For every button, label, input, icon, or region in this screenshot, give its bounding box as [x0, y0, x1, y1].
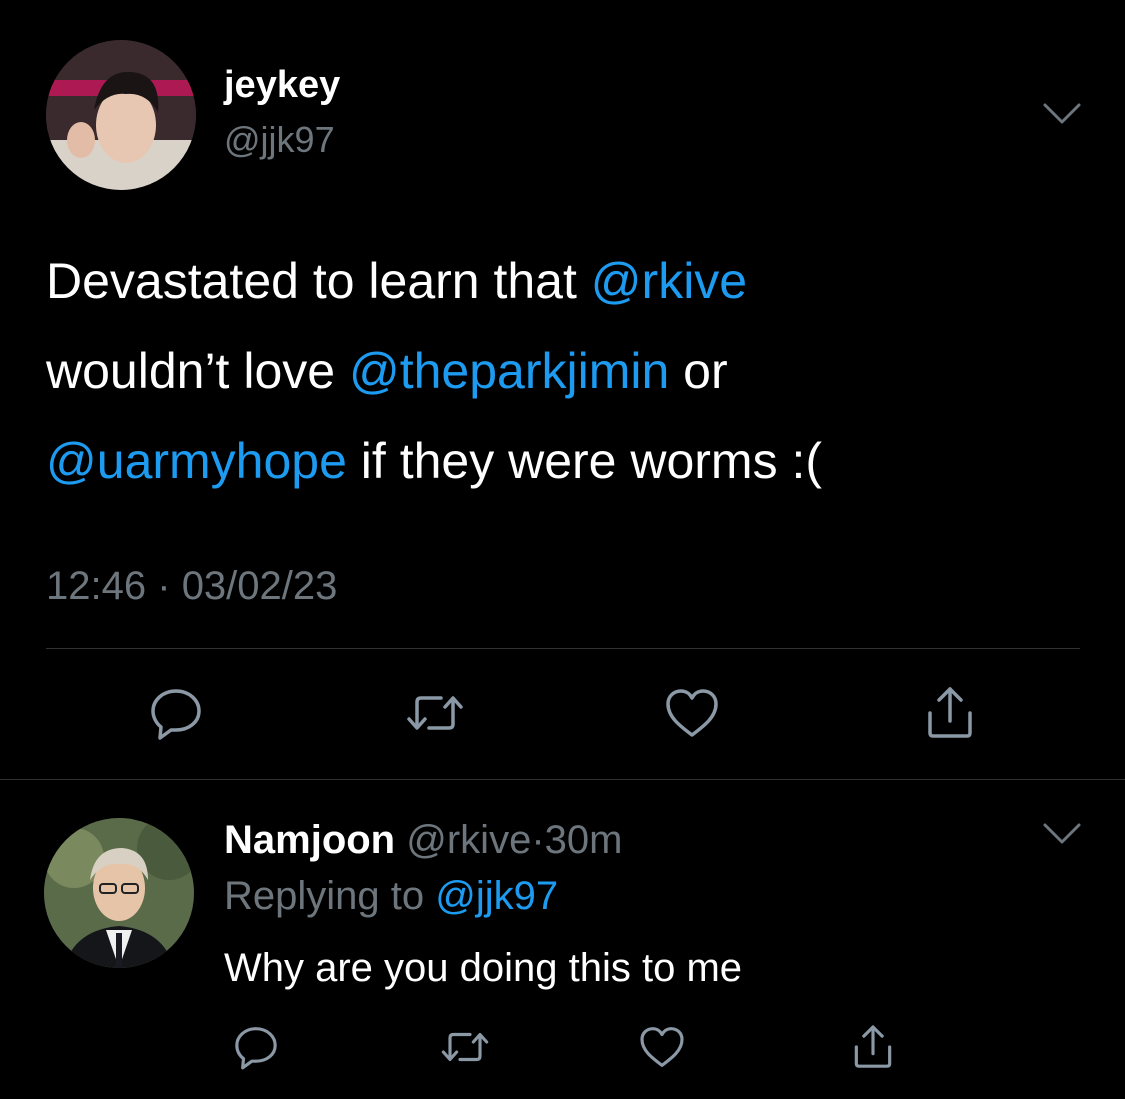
retweet-icon[interactable] [405, 683, 465, 743]
text-segment: or [669, 343, 728, 399]
mention-link[interactable]: @theparkjimin [349, 343, 669, 399]
divider [46, 648, 1080, 649]
reply-author-handle[interactable]: @rkive [406, 818, 531, 862]
mention-link[interactable]: @rkive [591, 253, 747, 309]
mention-link[interactable]: @jjk97 [435, 874, 558, 918]
reply-author-display-name[interactable]: Namjoon [224, 818, 395, 862]
text-segment: wouldn’t love [46, 343, 349, 399]
tweet-time: 12:46 [46, 564, 147, 608]
reply-header: Namjoon @rkive·30m [224, 816, 622, 864]
reply-author-avatar[interactable] [44, 818, 194, 968]
like-icon[interactable] [637, 1022, 687, 1072]
replying-to: Replying to @jjk97 [224, 872, 558, 920]
reply-icon[interactable] [231, 1022, 281, 1072]
reply-icon[interactable] [146, 683, 206, 743]
author-handle[interactable]: @jjk97 [224, 118, 335, 162]
text-segment: if they were worms :( [346, 433, 823, 489]
retweet-icon[interactable] [440, 1022, 490, 1072]
replying-to-label: Replying to [224, 874, 425, 918]
share-icon[interactable] [920, 683, 980, 743]
mention-link[interactable]: @uarmyhope [46, 433, 347, 489]
tweet-date: 03/02/23 [181, 564, 338, 608]
chevron-down-icon[interactable] [1042, 100, 1082, 128]
chevron-down-icon[interactable] [1042, 820, 1082, 848]
tweet-timestamp[interactable]: 12:46 · 03/02/23 [46, 562, 337, 610]
share-icon[interactable] [848, 1022, 898, 1072]
separator-dot: · [531, 818, 545, 862]
reply-text: Why are you doing this to me [224, 946, 743, 990]
reply-age[interactable]: 30m [545, 818, 623, 862]
author-avatar[interactable] [46, 40, 196, 190]
separator-dot: · [157, 564, 171, 608]
like-icon[interactable] [662, 683, 722, 743]
author-display-name[interactable]: jeykey [224, 62, 340, 108]
tweet-text: Devastated to learn that @rkive wouldn’t… [46, 236, 1086, 506]
divider [0, 779, 1125, 780]
text-segment: Devastated to learn that [46, 253, 591, 309]
